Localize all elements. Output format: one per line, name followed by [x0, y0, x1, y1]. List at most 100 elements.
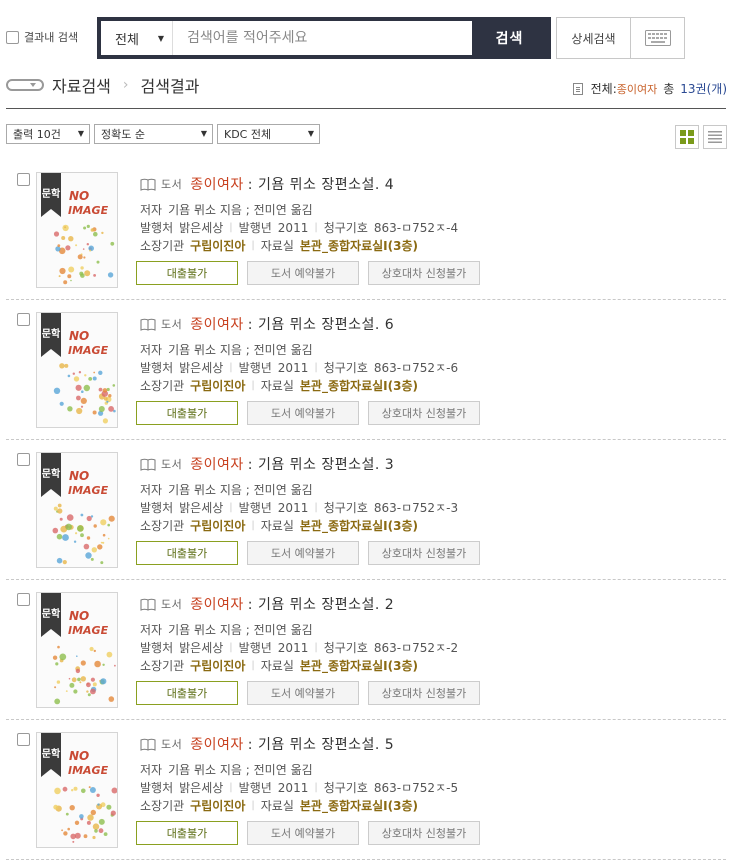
action-buttons: 대출불가 도서 예약불가 상호대차 신청불가 [136, 541, 480, 565]
book-cover-no-image[interactable]: 문학 NO IMAGE [36, 172, 118, 288]
chevron-down-icon: ▼ [157, 34, 164, 43]
search-input[interactable] [173, 21, 472, 55]
room-label: 자료실 [260, 239, 294, 253]
list-view-button[interactable] [703, 125, 727, 149]
kdc-value: KDC 전체 [224, 128, 272, 141]
holding-line: 소장기관 구립이진아 | 자료실 본관_종합자료실Ⅰ(3층) [140, 237, 418, 254]
chevron-down-icon: ▼ [200, 129, 207, 138]
result-title[interactable]: 도서 종이여자 : 기욤 뮈소 장편소설. 2 [140, 594, 394, 614]
interlibrary-loan-button[interactable]: 상호대차 신청불가 [368, 541, 480, 565]
result-checkbox[interactable] [17, 173, 30, 186]
action-buttons: 대출불가 도서 예약불가 상호대차 신청불가 [136, 261, 480, 285]
separator: | [251, 660, 255, 671]
action-buttons: 대출불가 도서 예약불가 상호대차 신청불가 [136, 401, 480, 425]
svg-text:IMAGE: IMAGE [68, 344, 109, 357]
search-within-checkbox[interactable] [6, 30, 19, 44]
holder-value[interactable]: 구립이진아 [190, 797, 245, 814]
room-label: 자료실 [260, 799, 294, 813]
advanced-search-button[interactable]: 상세검색 [556, 17, 631, 59]
year-value: 2011 [277, 640, 309, 655]
call-label: 청구기호 [323, 501, 368, 515]
svg-text:NO: NO [69, 189, 89, 203]
action-buttons: 대출불가 도서 예약불가 상호대차 신청불가 [136, 821, 480, 845]
holding-line: 소장기관 구립이진아 | 자료실 본관_종합자료실Ⅰ(3층) [140, 657, 418, 674]
separator: | [229, 782, 233, 793]
year-label: 발행년 [238, 641, 272, 655]
year-label: 발행년 [238, 501, 272, 515]
loan-status-button[interactable]: 대출불가 [136, 401, 238, 425]
result-checkbox[interactable] [17, 313, 30, 326]
holder-value[interactable]: 구립이진아 [190, 377, 245, 394]
virtual-keyboard-button[interactable] [631, 17, 685, 59]
svg-text:NO: NO [69, 469, 89, 483]
kdc-select[interactable]: KDC 전체 ▼ [217, 124, 320, 144]
publisher-label: 발행처 [140, 641, 174, 655]
interlibrary-loan-button[interactable]: 상호대차 신청불가 [368, 261, 480, 285]
book-icon [140, 458, 156, 471]
room-label: 자료실 [260, 519, 294, 533]
book-cover-no-image[interactable]: 문학 NO IMAGE [36, 592, 118, 708]
book-cover-no-image[interactable]: 문학 NO IMAGE [36, 312, 118, 428]
search-scope-select[interactable]: 전체 ▼ [101, 21, 173, 55]
total-prefix: 전체: [590, 82, 617, 96]
home-icon[interactable] [6, 79, 44, 91]
result-title[interactable]: 도서 종이여자 : 기욤 뮈소 장편소설. 5 [140, 734, 394, 754]
holder-value[interactable]: 구립이진아 [190, 237, 245, 254]
search-within-results[interactable]: 결과내 검색 [6, 29, 78, 45]
call-value: 863-ㅁ752ㅈ-4 [373, 221, 459, 235]
holder-value[interactable]: 구립이진아 [190, 517, 245, 534]
search-button[interactable]: 검색 [472, 21, 547, 55]
book-cover-no-image[interactable]: 문학 NO IMAGE [36, 732, 118, 848]
result-checkbox[interactable] [17, 453, 30, 466]
reserve-button[interactable]: 도서 예약불가 [247, 821, 359, 845]
reserve-button[interactable]: 도서 예약불가 [247, 261, 359, 285]
search-scope-value: 전체 [115, 32, 139, 48]
room-value[interactable]: 본관_종합자료실Ⅰ(3층) [300, 657, 418, 674]
interlibrary-loan-button[interactable]: 상호대차 신청불가 [368, 401, 480, 425]
title-highlight: 종이여자 [190, 317, 244, 333]
call-value: 863-ㅁ752ㅈ-6 [373, 361, 459, 375]
svg-text:문학: 문학 [42, 327, 61, 340]
page-size-select[interactable]: 출력 10건 ▼ [6, 124, 90, 144]
breadcrumb-section[interactable]: 자료검색 [52, 73, 111, 97]
loan-status-button[interactable]: 대출불가 [136, 261, 238, 285]
sort-select[interactable]: 정확도 순 ▼ [94, 124, 213, 144]
reserve-button[interactable]: 도서 예약불가 [247, 401, 359, 425]
room-value[interactable]: 본관_종합자료실Ⅰ(3층) [300, 237, 418, 254]
result-title[interactable]: 도서 종이여자 : 기욤 뮈소 장편소설. 4 [140, 174, 394, 194]
grid-view-icon [680, 130, 694, 144]
result-list: 문학 NO IMAGE 도서 종이여자 : 기욤 뮈소 장편소설. 4 저자 기… [6, 160, 726, 860]
year-value: 2011 [277, 780, 309, 795]
result-item: 문학 NO IMAGE 도서 종이여자 : 기욤 뮈소 장편소설. 4 저자 기… [6, 160, 726, 300]
svg-text:문학: 문학 [42, 747, 61, 760]
room-value[interactable]: 본관_종합자료실Ⅰ(3층) [300, 797, 418, 814]
result-title[interactable]: 도서 종이여자 : 기욤 뮈소 장편소설. 6 [140, 314, 394, 334]
result-title[interactable]: 도서 종이여자 : 기욤 뮈소 장편소설. 3 [140, 454, 394, 474]
reserve-button[interactable]: 도서 예약불가 [247, 541, 359, 565]
holder-value[interactable]: 구립이진아 [190, 657, 245, 674]
book-cover-no-image[interactable]: 문학 NO IMAGE [36, 452, 118, 568]
grid-view-button[interactable] [675, 125, 699, 149]
loan-status-button[interactable]: 대출불가 [136, 681, 238, 705]
interlibrary-loan-button[interactable]: 상호대차 신청불가 [368, 681, 480, 705]
separator: | [314, 642, 318, 653]
interlibrary-loan-button[interactable]: 상호대차 신청불가 [368, 821, 480, 845]
result-checkbox[interactable] [17, 593, 30, 606]
sort-value: 정확도 순 [101, 128, 145, 141]
loan-status-button[interactable]: 대출불가 [136, 541, 238, 565]
author-value: 기욤 뮈소 지음 ; 전미연 옮김 [168, 623, 313, 637]
publication-line: 발행처 밝은세상 | 발행년 2011 | 청구기호 863-ㅁ752ㅈ-4 [140, 219, 458, 236]
separator: | [229, 362, 233, 373]
reserve-button[interactable]: 도서 예약불가 [247, 681, 359, 705]
room-value[interactable]: 본관_종합자료실Ⅰ(3층) [300, 377, 418, 394]
author-value: 기욤 뮈소 지음 ; 전미연 옮김 [168, 763, 313, 777]
result-checkbox[interactable] [17, 733, 30, 746]
call-label: 청구기호 [323, 361, 368, 375]
author-label: 저자 [140, 623, 163, 637]
year-value: 2011 [277, 500, 309, 515]
loan-status-button[interactable]: 대출불가 [136, 821, 238, 845]
call-value: 863-ㅁ752ㅈ-2 [373, 641, 459, 655]
room-value[interactable]: 본관_종합자료실Ⅰ(3층) [300, 517, 418, 534]
svg-text:NO: NO [69, 609, 89, 623]
holder-label: 소장기관 [140, 519, 185, 533]
